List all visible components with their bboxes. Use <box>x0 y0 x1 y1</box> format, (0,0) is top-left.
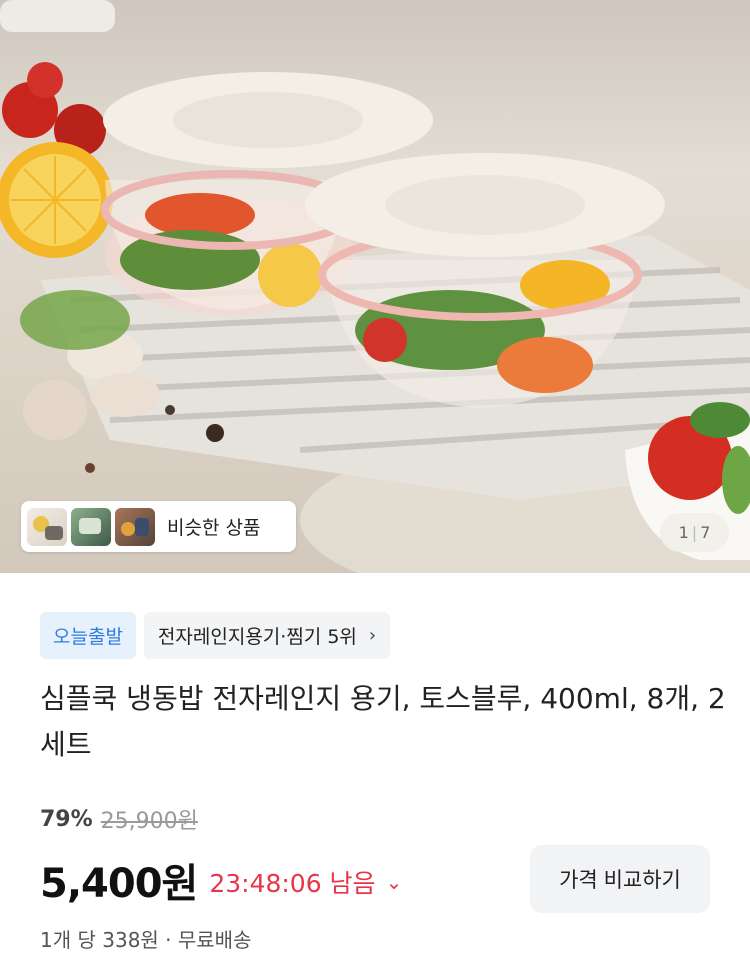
original-price: 25,900원 <box>100 809 198 834</box>
product-photo <box>0 0 750 573</box>
category-rank-link[interactable]: 전자레인지용기·찜기 5위 › <box>143 612 391 659</box>
unit-price-shipping: 1개 당 338원 · 무료배송 <box>40 928 252 952</box>
price-row: 5,400원 23:48:06 남음 ⌄ <box>40 851 402 909</box>
page-total: 7 <box>700 523 711 542</box>
today-delivery-badge: 오늘출발 <box>40 612 136 659</box>
product-title: 심플쿡 냉동밥 전자레인지 용기, 토스블루, 400ml, 8개, 2세트 <box>40 682 726 761</box>
badge-row: 오늘출발 전자레인지용기·찜기 5위 › <box>40 612 391 659</box>
sale-price: 5,400원 <box>40 861 198 907</box>
similar-thumbnail <box>27 507 67 546</box>
discount-rate: 79% <box>40 806 93 832</box>
similar-thumbnail <box>115 507 155 546</box>
chevron-right-icon: › <box>368 625 377 646</box>
similar-products-button[interactable]: 비슷한 상품 <box>21 501 296 552</box>
compare-price-button[interactable]: 가격 비교하기 <box>530 845 710 913</box>
similar-thumbnail <box>71 507 111 546</box>
page-current: 1 <box>678 523 689 542</box>
discount-row: 79% 25,900원 <box>40 803 198 835</box>
page-separator: | <box>691 523 698 542</box>
product-image[interactable]: 비슷한 상품 1 | 7 <box>0 0 750 573</box>
category-rank-label: 전자레인지용기·찜기 5위 <box>157 626 357 648</box>
chevron-down-icon[interactable]: ⌄ <box>386 870 403 894</box>
image-page-indicator: 1 | 7 <box>660 513 729 552</box>
similar-products-label: 비슷한 상품 <box>167 517 261 539</box>
deal-countdown[interactable]: 23:48:06 남음 <box>209 864 375 900</box>
